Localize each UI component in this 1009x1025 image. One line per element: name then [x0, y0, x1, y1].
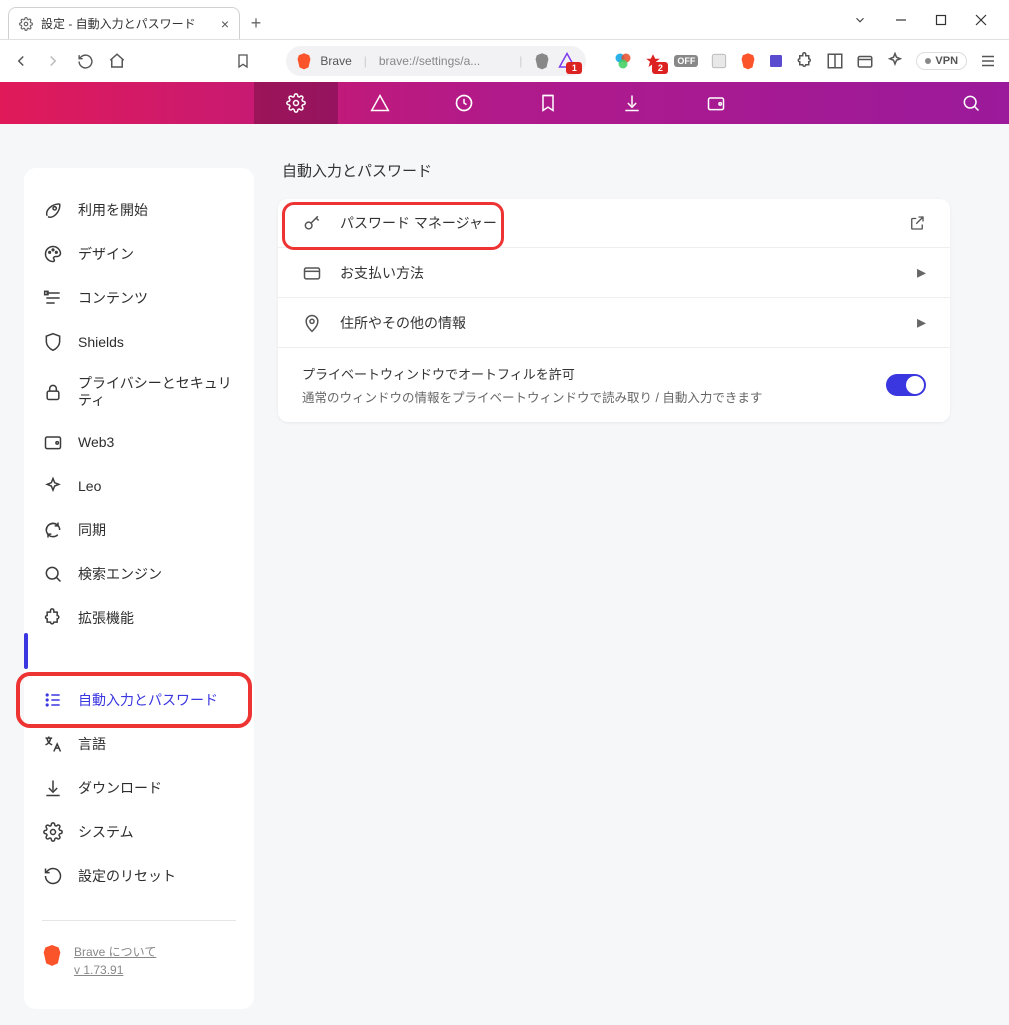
sidebar-leo[interactable]: Leo: [32, 468, 246, 504]
row-addresses[interactable]: 住所やその他の情報 ▸: [278, 297, 950, 347]
palette-icon: [42, 243, 64, 265]
sidebar-about[interactable]: Brave についてv 1.73.91: [32, 943, 246, 979]
back-button[interactable]: [12, 49, 30, 73]
subnav-rewards[interactable]: [338, 82, 422, 124]
addr-brand: Brave: [320, 54, 351, 68]
split-view-icon[interactable]: [826, 52, 844, 70]
addr-url: brave://settings/a...: [379, 54, 480, 68]
home-button[interactable]: [108, 49, 126, 73]
sidebar-downloads[interactable]: ダウンロード: [32, 770, 246, 806]
subnav-history[interactable]: [422, 82, 506, 124]
page-title: 自動入力とパスワード: [282, 160, 950, 181]
sync-icon: [42, 519, 64, 541]
key-icon: [302, 213, 322, 233]
autofill-private-toggle[interactable]: [886, 374, 926, 396]
subnav-general[interactable]: [254, 82, 338, 124]
row-password-manager[interactable]: パスワード マネージャー: [278, 199, 950, 247]
sidebar-sync[interactable]: 同期: [32, 512, 246, 548]
browser-tab[interactable]: 設定 - 自動入力とパスワード ×: [8, 7, 240, 39]
forward-button[interactable]: [44, 49, 62, 73]
ext-off-badge[interactable]: OFF: [674, 55, 698, 67]
sidebar-autofill[interactable]: 自動入力とパスワード: [32, 682, 246, 718]
translate-icon: [42, 733, 64, 755]
sidebar-shields[interactable]: Shields: [32, 324, 246, 360]
brave-lion-icon: [296, 52, 312, 70]
reload-button[interactable]: [76, 49, 94, 73]
vpn-button[interactable]: VPN: [916, 52, 967, 70]
gear-icon: [42, 821, 64, 843]
sparkle-icon: [42, 475, 64, 497]
autofill-private-title: プライベートウィンドウでオートフィルを許可: [302, 364, 868, 383]
chevron-right-icon: ▸: [917, 262, 926, 283]
new-tab-button[interactable]: +: [240, 7, 272, 39]
sidebar-system[interactable]: システム: [32, 814, 246, 850]
minimize-button[interactable]: [895, 14, 907, 26]
download-icon: [42, 777, 64, 799]
search-icon: [42, 563, 64, 585]
extensions-icon[interactable]: [796, 52, 814, 70]
sidebar-privacy[interactable]: プライバシーとセキュリティ: [32, 368, 246, 416]
brave-lion-icon: [42, 943, 62, 967]
row-autofill-private: プライベートウィンドウでオートフィルを許可 通常のウィンドウの情報をプライベート…: [278, 347, 950, 422]
tab-title: 設定 - 自動入力とパスワード: [41, 15, 196, 32]
ext-icon-4[interactable]: [740, 52, 756, 70]
gear-icon: [19, 17, 33, 31]
sidebar-search-engine[interactable]: 検索エンジン: [32, 556, 246, 592]
bookmark-icon[interactable]: [234, 49, 252, 73]
tab-close-icon[interactable]: ×: [221, 16, 229, 32]
wallet-icon-tb[interactable]: [856, 52, 874, 70]
ext-icon-2[interactable]: [644, 52, 662, 70]
chevron-down-icon[interactable]: [853, 13, 867, 27]
row-payment-methods[interactable]: お支払い方法 ▸: [278, 247, 950, 297]
menu-icon[interactable]: [979, 52, 997, 70]
list-icon: [42, 689, 64, 711]
external-link-icon: [908, 214, 926, 232]
chevron-right-icon: ▸: [917, 312, 926, 333]
ext-icon-3[interactable]: [710, 52, 728, 70]
reset-icon: [42, 865, 64, 887]
rocket-icon: [42, 199, 64, 221]
location-icon: [302, 313, 322, 333]
ext-icon-5[interactable]: [768, 53, 784, 69]
autofill-private-sub: 通常のウィンドウの情報をプライベートウィンドウで読み取り / 自動入力できます: [302, 387, 868, 406]
sidebar-languages[interactable]: 言語: [32, 726, 246, 762]
shield-icon[interactable]: [534, 52, 550, 70]
shield-icon: [42, 331, 64, 353]
subnav-downloads[interactable]: [590, 82, 674, 124]
close-button[interactable]: [975, 14, 987, 26]
maximize-button[interactable]: [935, 14, 947, 26]
sidebar-content[interactable]: コンテンツ: [32, 280, 246, 316]
settings-subnav: [0, 82, 1009, 124]
puzzle-icon: [42, 607, 64, 629]
address-bar[interactable]: Brave | brave://settings/a... |: [286, 46, 586, 76]
wallet-icon: [42, 431, 64, 453]
leo-icon-tb[interactable]: [886, 52, 904, 70]
sidebar-extensions[interactable]: 拡張機能: [32, 600, 246, 636]
sidebar-getting-started[interactable]: 利用を開始: [32, 192, 246, 228]
rewards-icon[interactable]: [558, 52, 576, 70]
sidebar-appearance[interactable]: デザイン: [32, 236, 246, 272]
ext-icon-1[interactable]: [614, 52, 632, 70]
subnav-search[interactable]: [941, 82, 1001, 124]
sidebar-reset[interactable]: 設定のリセット: [32, 858, 246, 894]
content-icon: [42, 287, 64, 309]
subnav-bookmarks[interactable]: [506, 82, 590, 124]
credit-card-icon: [302, 263, 322, 283]
lock-icon: [42, 381, 64, 403]
sidebar-web3[interactable]: Web3: [32, 424, 246, 460]
subnav-wallet[interactable]: [674, 82, 758, 124]
